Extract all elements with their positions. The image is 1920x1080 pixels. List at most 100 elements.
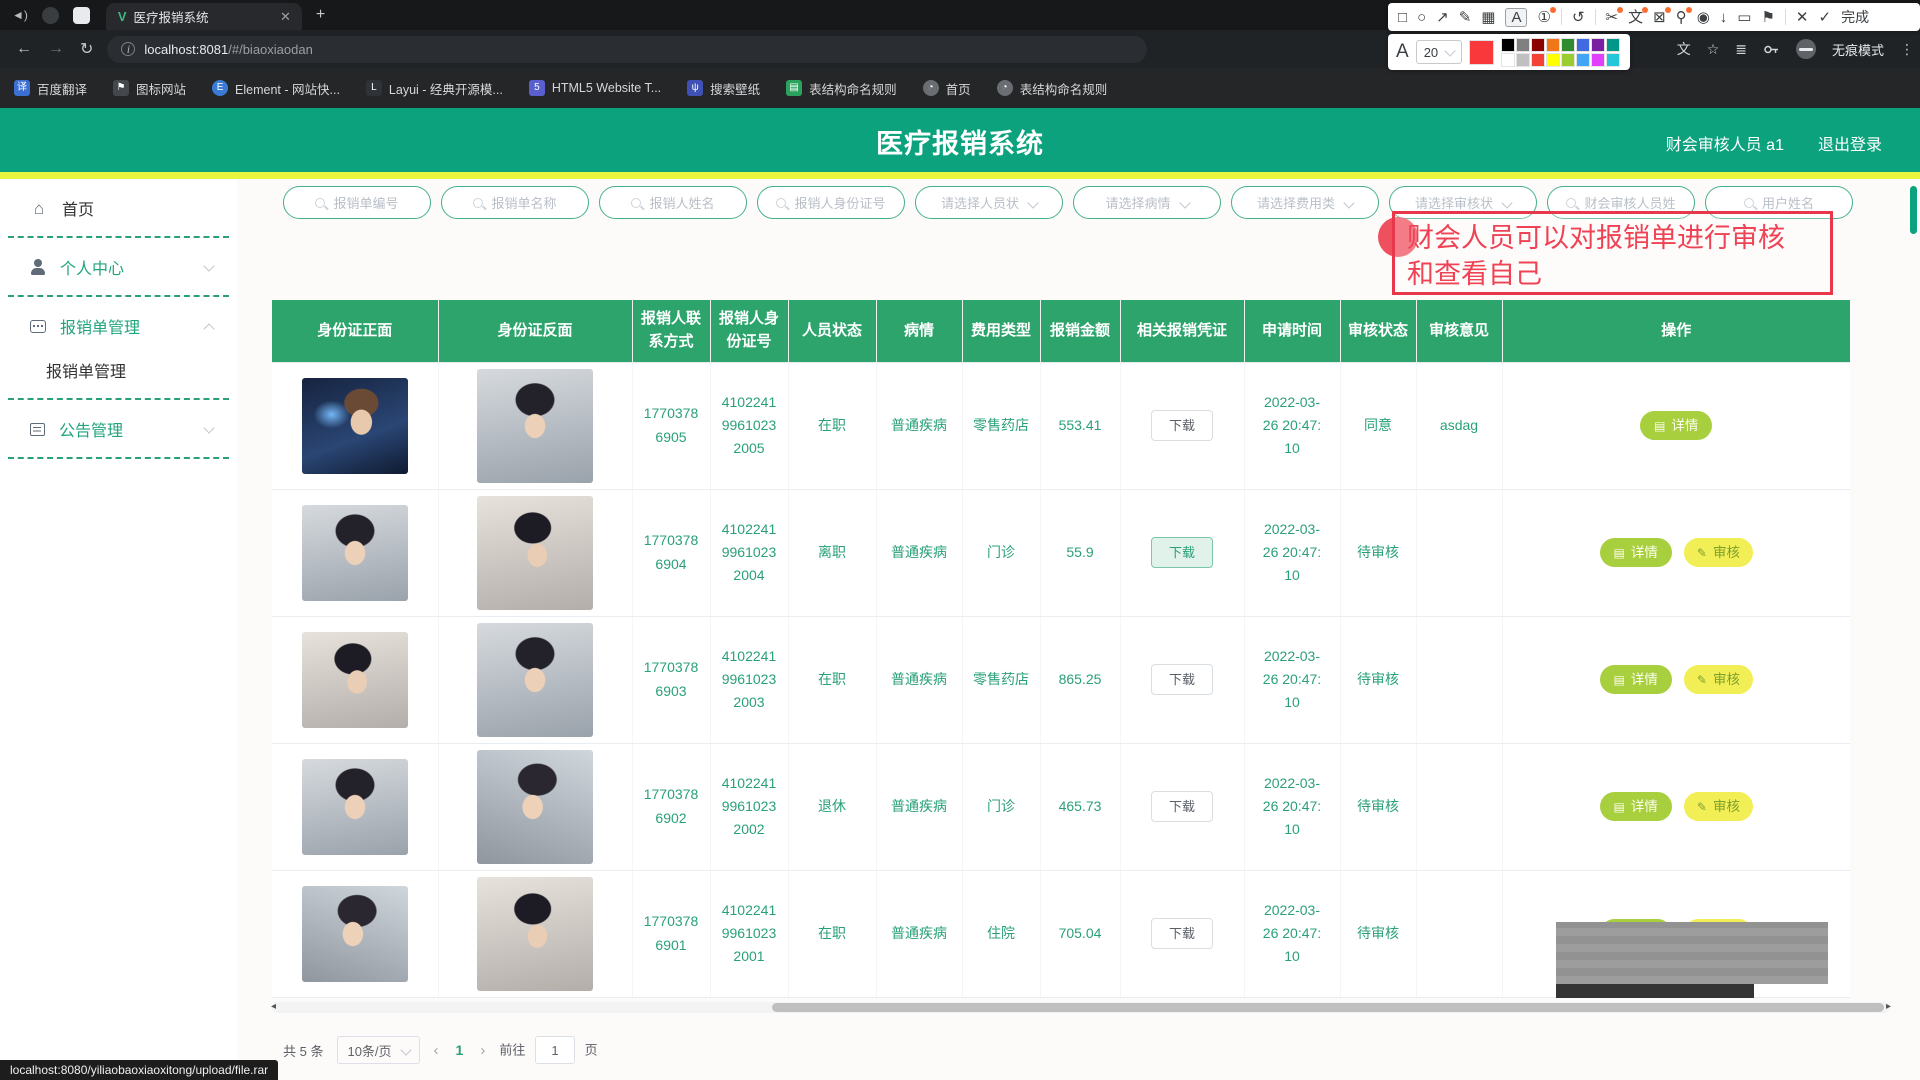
incognito-avatar[interactable] <box>1796 39 1816 59</box>
palette-color-swatch[interactable] <box>1561 53 1575 67</box>
palette-color-swatch[interactable] <box>1546 38 1560 52</box>
bookmark-item[interactable]: LLayui - 经典开源模... <box>366 79 503 98</box>
confirm-capture-icon[interactable]: ✓ <box>1819 10 1832 25</box>
ocr-tool-icon[interactable]: ⊠ <box>1653 10 1666 25</box>
sidebar-item-home[interactable]: ⌂ 首页 <box>0 186 237 230</box>
palette-color-swatch[interactable] <box>1516 38 1530 52</box>
idcard-front-photo[interactable] <box>302 632 408 728</box>
idcard-front-photo[interactable] <box>302 505 408 601</box>
extension-icon[interactable] <box>73 7 90 24</box>
color-palette[interactable] <box>1501 38 1620 67</box>
forward-icon[interactable]: → <box>48 40 64 58</box>
filter-staff-status-select[interactable]: 请选择人员状 <box>915 186 1063 219</box>
pencil-tool-icon[interactable]: ✎ <box>1459 10 1472 25</box>
palette-color-swatch[interactable] <box>1561 38 1575 52</box>
bookmark-star-icon[interactable]: ☆ <box>1707 41 1720 58</box>
filter-fee-type-select[interactable]: 请选择费用类 <box>1231 186 1379 219</box>
filter-person-idcard[interactable]: 报销人身份证号 <box>757 186 905 219</box>
palette-color-swatch[interactable] <box>1501 53 1515 67</box>
bookmark-item[interactable]: ▤表结构命名规则 <box>786 79 897 98</box>
bookmark-item[interactable]: ψ搜索壁纸 <box>687 79 760 98</box>
download-button[interactable]: 下载 <box>1151 537 1213 568</box>
text-tool-icon[interactable]: A <box>1505 8 1527 27</box>
palette-color-swatch[interactable] <box>1531 53 1545 67</box>
cancel-capture-icon[interactable]: ✕ <box>1796 10 1809 25</box>
bookmark-item[interactable]: 5HTML5 Website T... <box>529 80 661 96</box>
palette-color-swatch[interactable] <box>1516 53 1530 67</box>
site-info-icon[interactable]: i <box>121 42 135 56</box>
idcard-back-photo[interactable] <box>477 623 593 737</box>
palette-color-swatch[interactable] <box>1591 38 1605 52</box>
idcard-back-photo[interactable] <box>477 496 593 610</box>
horizontal-scrollbar[interactable]: ◂ ▸ <box>272 1002 1890 1013</box>
download-button[interactable]: 下载 <box>1151 791 1213 822</box>
mosaic-tool-icon[interactable]: ▦ <box>1481 10 1495 25</box>
font-size-select[interactable]: 20 <box>1416 40 1462 64</box>
undo-icon[interactable]: ↺ <box>1572 10 1585 25</box>
download-button[interactable]: 下载 <box>1151 410 1213 441</box>
browser-menu-icon[interactable]: ⋮ <box>1900 41 1914 58</box>
review-button[interactable]: ✎审核 <box>1684 792 1753 822</box>
idcard-back-photo[interactable] <box>477 750 593 864</box>
new-tab-button[interactable]: + <box>316 6 325 24</box>
record-tool-icon[interactable]: ◉ <box>1697 10 1710 25</box>
done-label[interactable]: 完成 <box>1841 7 1869 27</box>
ellipse-tool-icon[interactable]: ○ <box>1417 10 1426 25</box>
palette-color-swatch[interactable] <box>1606 38 1620 52</box>
page-size-select[interactable]: 10条/页 <box>337 1036 419 1064</box>
translate-tool-icon[interactable]: 文 <box>1628 10 1643 25</box>
current-color-swatch[interactable] <box>1469 40 1494 65</box>
scroll-right-icon[interactable]: ▸ <box>1886 1001 1891 1012</box>
window-tool-icon[interactable]: ▭ <box>1737 10 1751 25</box>
download-tool-icon[interactable]: ↓ <box>1720 10 1728 25</box>
palette-color-swatch[interactable] <box>1576 38 1590 52</box>
rectangle-tool-icon[interactable]: □ <box>1398 10 1407 25</box>
bookmark-item[interactable]: ◔表结构命名规则 <box>997 79 1108 98</box>
sidebar-subitem-reimburse-list[interactable]: 报销单管理 <box>0 348 237 392</box>
logout-link[interactable]: 退出登录 <box>1818 131 1882 155</box>
scroll-left-icon[interactable]: ◂ <box>271 1001 276 1012</box>
detail-button[interactable]: ▤详情 <box>1600 538 1672 568</box>
arrow-tool-icon[interactable]: ↗ <box>1436 10 1449 25</box>
back-icon[interactable]: ← <box>16 40 32 58</box>
download-button[interactable]: 下载 <box>1151 664 1213 695</box>
sidebar-item-notice-mgmt[interactable]: 公告管理 <box>0 407 237 451</box>
idcard-back-photo[interactable] <box>477 877 593 991</box>
bookmark-item[interactable]: ◔首页 <box>923 79 971 98</box>
filter-person-name[interactable]: 报销人姓名 <box>599 186 747 219</box>
idcard-front-photo[interactable] <box>302 759 408 855</box>
key-icon[interactable] <box>1763 41 1780 58</box>
browser-tab[interactable]: V 医疗报销系统 ✕ <box>106 3 302 30</box>
idcard-front-photo[interactable] <box>302 378 408 474</box>
palette-color-swatch[interactable] <box>1501 38 1515 52</box>
page-vertical-scrollbar-thumb[interactable] <box>1910 186 1917 234</box>
tab-close-icon[interactable]: ✕ <box>277 9 294 25</box>
idcard-back-photo[interactable] <box>477 369 593 483</box>
pin-tool-icon[interactable]: ⚲ <box>1676 10 1687 25</box>
review-button[interactable]: ✎审核 <box>1684 665 1753 695</box>
prev-page-icon[interactable]: ‹ <box>434 1042 439 1059</box>
palette-color-swatch[interactable] <box>1546 53 1560 67</box>
bookmark-tool-icon[interactable]: ⚑ <box>1761 10 1774 25</box>
sidebar-item-reimburse-mgmt[interactable]: 报销单管理 <box>0 304 237 348</box>
scrollbar-thumb[interactable] <box>772 1003 1884 1012</box>
filter-bill-no[interactable]: 报销单编号 <box>283 186 431 219</box>
page-number[interactable]: 1 <box>453 1042 467 1058</box>
bookmark-item[interactable]: EElement - 网站快... <box>212 79 340 98</box>
address-bar[interactable]: i localhost:8081/#/biaoxiaodan <box>107 36 1147 63</box>
download-button[interactable]: 下载 <box>1151 918 1213 949</box>
detail-button[interactable]: ▤详情 <box>1600 792 1672 822</box>
sidebar-item-personal-center[interactable]: 个人中心 <box>0 245 237 289</box>
scissors-icon[interactable]: ✂ <box>1606 10 1619 25</box>
palette-color-swatch[interactable] <box>1606 53 1620 67</box>
palette-color-swatch[interactable] <box>1576 53 1590 67</box>
reading-list-icon[interactable]: ≣ <box>1735 41 1747 58</box>
palette-color-swatch[interactable] <box>1591 53 1605 67</box>
goto-page-input[interactable] <box>535 1036 575 1064</box>
detail-button[interactable]: ▤详情 <box>1640 411 1712 441</box>
filter-illness-select[interactable]: 请选择病情 <box>1073 186 1221 219</box>
next-page-icon[interactable]: › <box>480 1042 485 1059</box>
review-button[interactable]: ✎审核 <box>1684 538 1753 568</box>
browser-app-icon[interactable] <box>42 7 59 24</box>
translate-icon[interactable]: 文 <box>1677 39 1691 59</box>
